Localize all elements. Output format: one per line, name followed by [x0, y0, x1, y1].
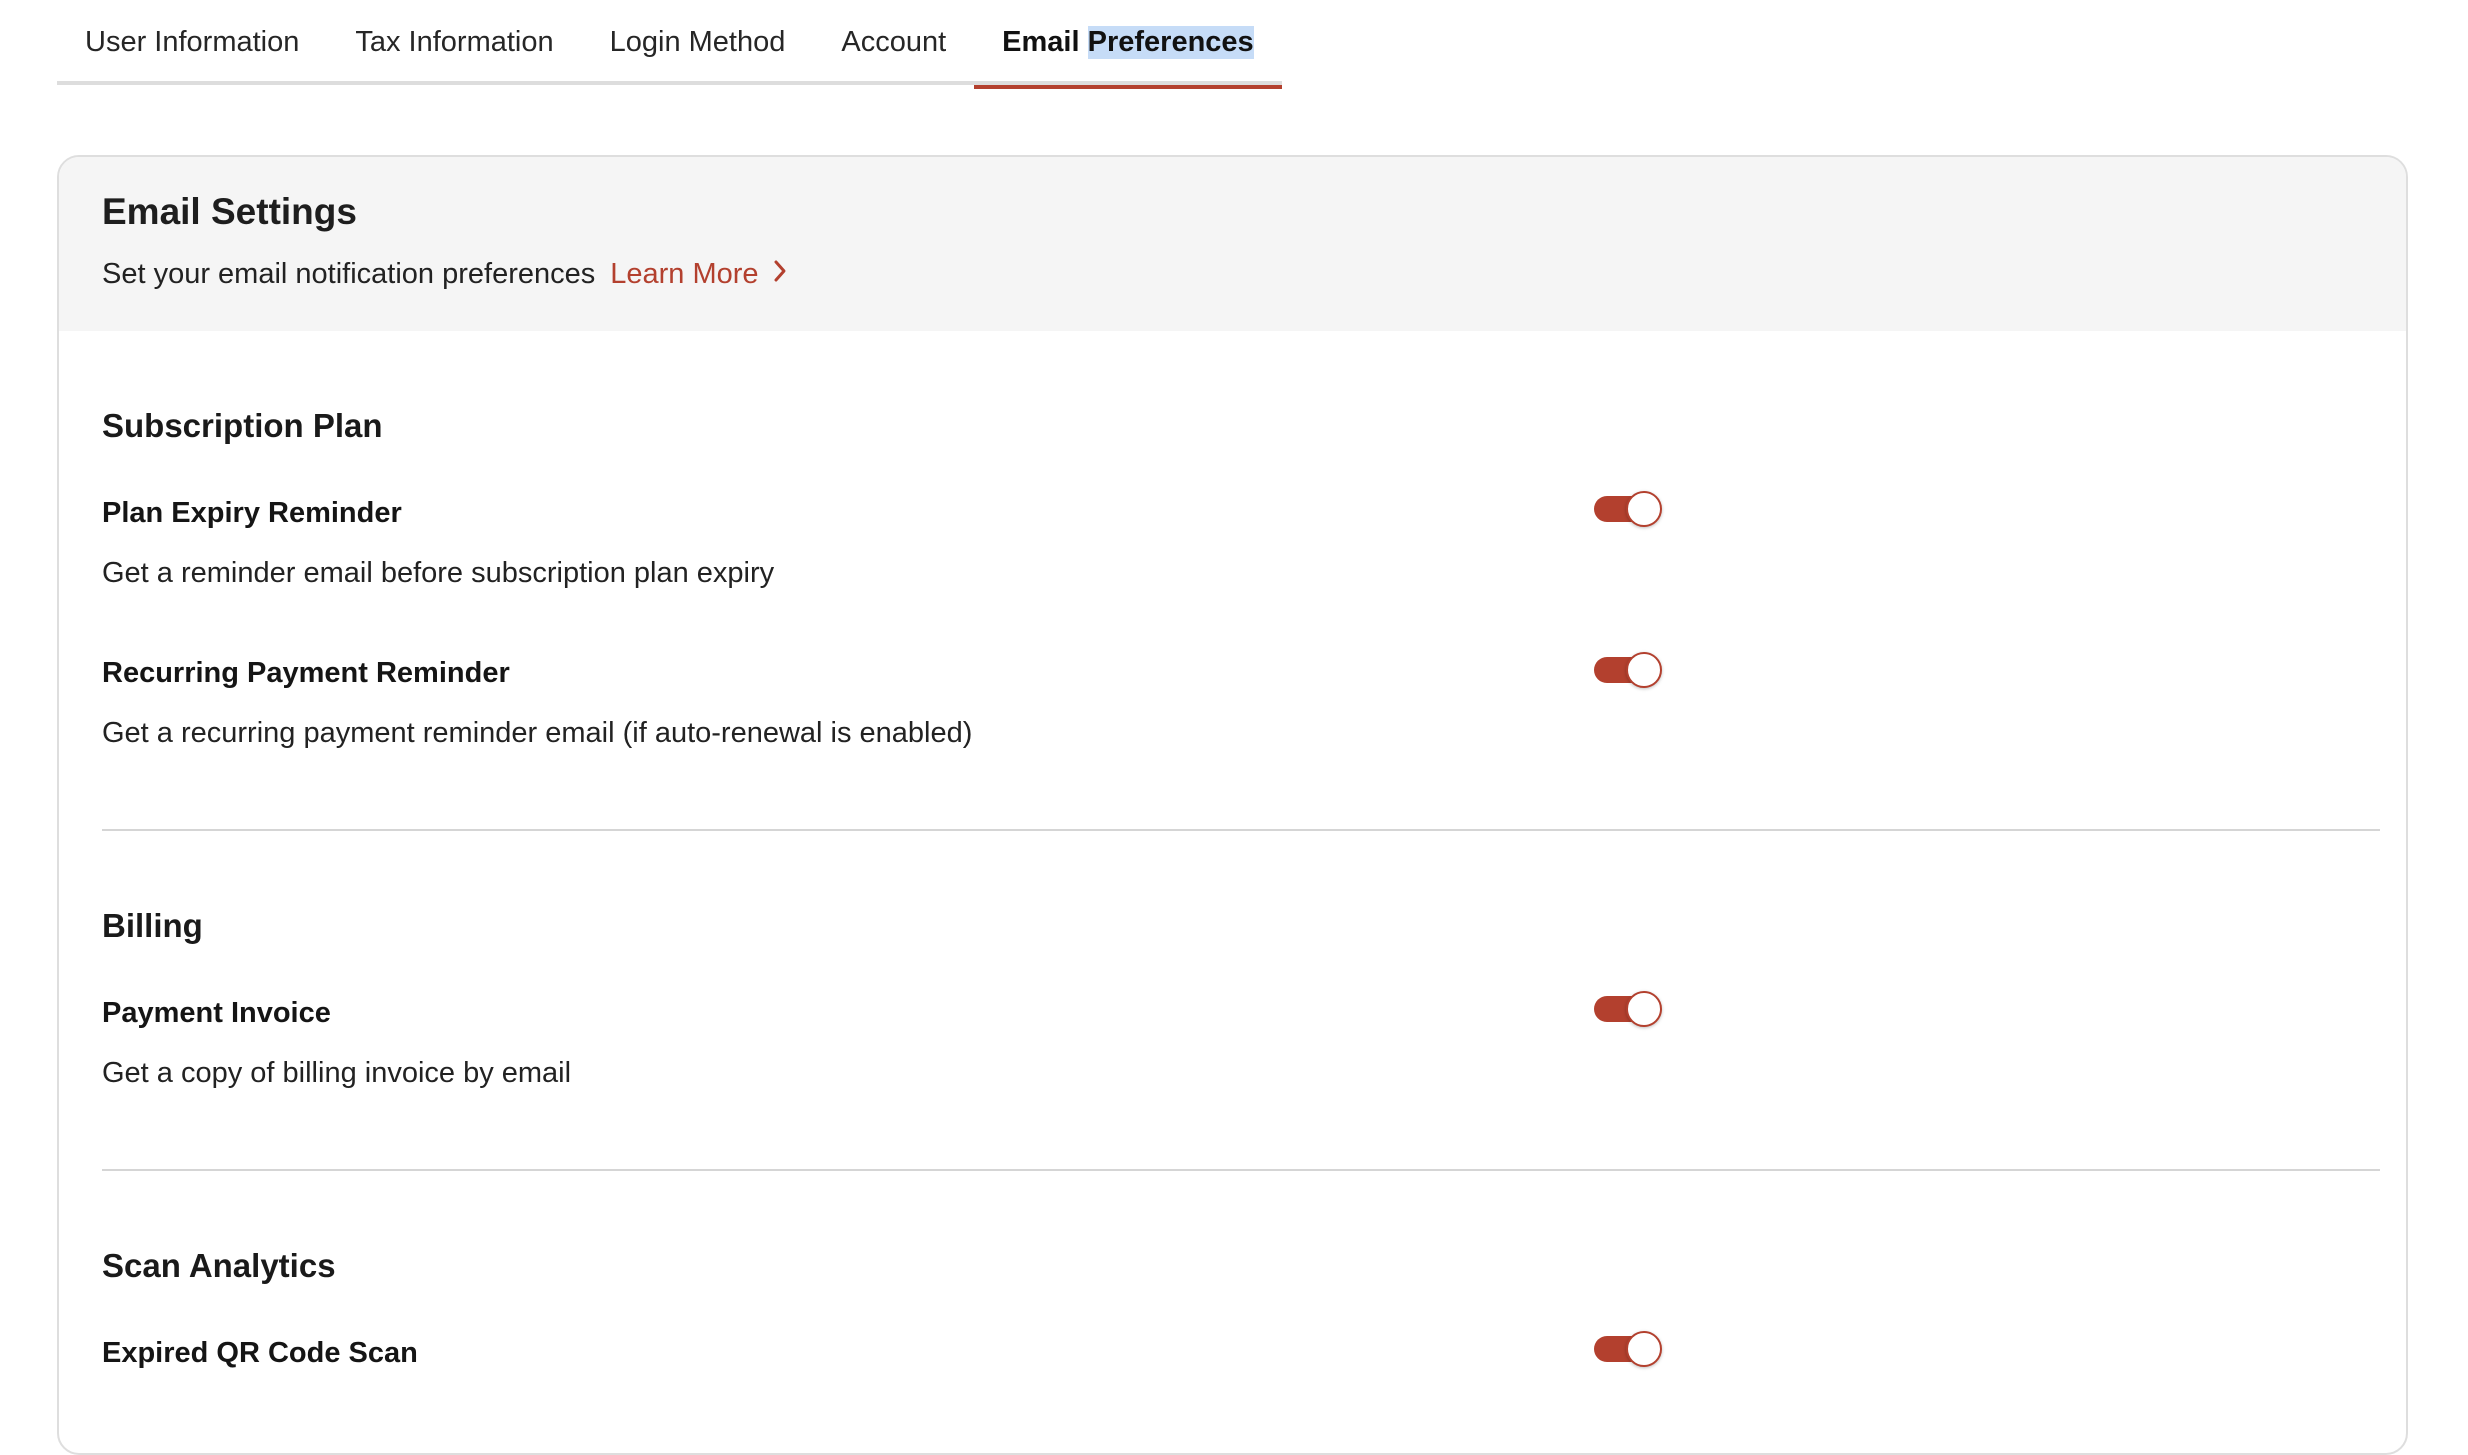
learn-more-link[interactable]: Learn More [610, 258, 786, 291]
scan-analytics-section: Scan Analytics Expired QR Code Scan [102, 1247, 2380, 1447]
expired-qr-code-scan-toggle[interactable] [1594, 1331, 1662, 1367]
tab-label: User Information [85, 26, 300, 58]
expired-qr-code-scan-title: Expired QR Code Scan [102, 1337, 418, 1369]
section-divider [102, 1169, 2380, 1171]
card-subtitle-text: Set your email notification preferences [102, 258, 596, 290]
toggle-knob [1626, 1331, 1662, 1367]
plan-expiry-reminder-desc: Get a reminder email before subscription… [102, 557, 775, 589]
payment-invoice-desc: Get a copy of billing invoice by email [102, 1057, 572, 1089]
toggle-knob [1626, 491, 1662, 527]
card-header: Email Settings Set your email notificati… [59, 157, 2406, 331]
plan-expiry-reminder-title: Plan Expiry Reminder [102, 497, 402, 529]
chevron-right-icon [773, 258, 787, 291]
email-settings-card: Email Settings Set your email notificati… [57, 155, 2408, 1455]
tab-email-preferences[interactable]: Email Preferences [974, 0, 1282, 89]
section-title: Billing [102, 907, 203, 944]
payment-invoice-toggle[interactable] [1594, 991, 1662, 1027]
billing-section: Billing Payment Invoice Get a copy of bi… [102, 907, 2380, 1207]
tab-user-information[interactable]: User Information [57, 0, 327, 85]
section-title: Scan Analytics [102, 1247, 336, 1284]
toggle-knob [1626, 991, 1662, 1027]
section-divider [102, 829, 2380, 831]
tab-account[interactable]: Account [813, 0, 974, 85]
selected-text-highlight: Preferences [1087, 26, 1254, 59]
settings-tab-bar: User Information Tax Information Login M… [57, 0, 1282, 89]
plan-expiry-reminder-toggle[interactable] [1594, 491, 1662, 527]
toggle-knob [1626, 652, 1662, 688]
recurring-payment-reminder-title: Recurring Payment Reminder [102, 657, 510, 689]
card-subtitle: Set your email notification preferences … [102, 258, 2363, 291]
tab-login-method[interactable]: Login Method [582, 0, 814, 85]
section-title: Subscription Plan [102, 407, 383, 444]
tab-label: Tax Information [355, 26, 554, 58]
card-title: Email Settings [102, 191, 357, 232]
tab-label-part: Email [1002, 26, 1088, 58]
tab-label: Account [841, 26, 947, 58]
tab-label: Login Method [609, 26, 786, 58]
recurring-payment-reminder-toggle[interactable] [1594, 652, 1662, 688]
recurring-payment-reminder-desc: Get a recurring payment reminder email (… [102, 717, 973, 749]
subscription-plan-section: Subscription Plan Plan Expiry Reminder G… [102, 407, 2380, 907]
learn-more-label: Learn More [610, 258, 759, 290]
payment-invoice-title: Payment Invoice [102, 997, 331, 1029]
tab-tax-information[interactable]: Tax Information [327, 0, 581, 85]
